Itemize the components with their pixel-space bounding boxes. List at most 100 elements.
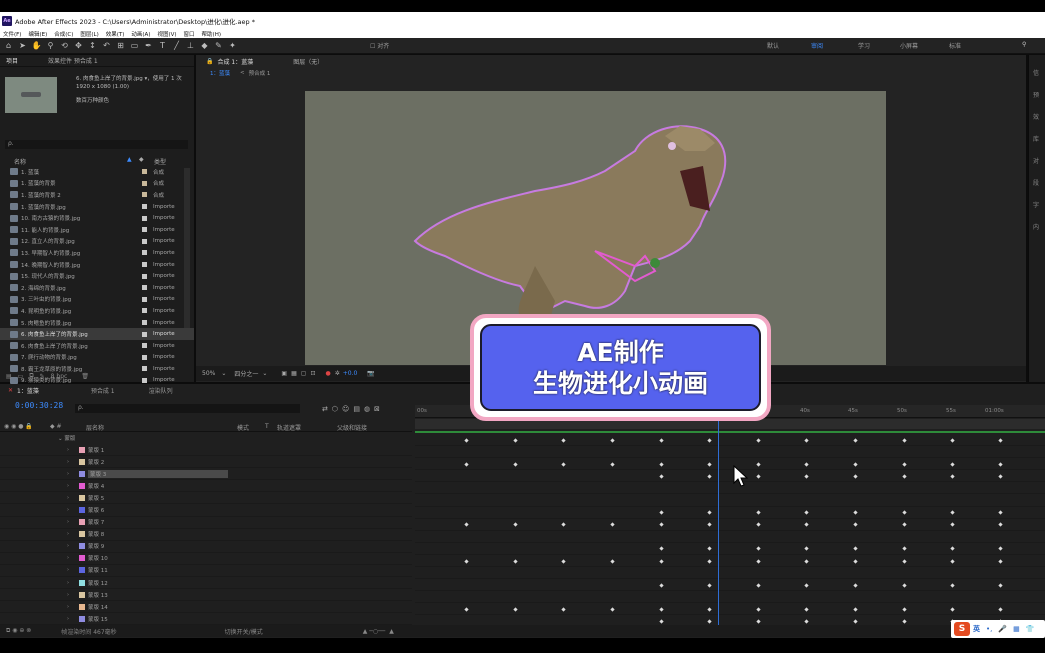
project-item[interactable]: 6. 肉食鱼上岸了的背景.jpg Importe (0, 340, 194, 352)
type-column-header[interactable]: 类型 (154, 157, 166, 166)
layer-name[interactable]: 蒙版 7 (88, 518, 104, 526)
project-search-input[interactable]: ρ. (5, 140, 188, 149)
label-color-swatch[interactable] (142, 320, 147, 326)
layer-row[interactable]: › 蒙版 8 (0, 529, 412, 541)
layer-label-color[interactable] (79, 615, 85, 622)
right-dock-tab-2[interactable]: 效 (1033, 112, 1045, 121)
ime-punct-icon[interactable]: •, (986, 625, 992, 633)
project-item[interactable]: 1. 蓝藻的背景 2 合成 (0, 189, 194, 201)
layer-row[interactable]: › 蒙版 15 (0, 613, 412, 626)
keyframe[interactable] (902, 462, 907, 467)
project-item[interactable]: 1. 蓝藻 合成 (0, 166, 194, 178)
layer-row[interactable]: › 蒙版 14 (0, 601, 412, 614)
label-color-swatch[interactable] (142, 180, 147, 186)
expand-arrow-icon[interactable]: › (67, 604, 73, 610)
comp-tab-lock-icon[interactable]: 🔒 (206, 58, 213, 65)
hand-tool-icon[interactable]: ✋ (31, 40, 42, 51)
layer-label-color[interactable] (79, 603, 85, 610)
keyframe[interactable] (902, 437, 907, 443)
motion-blur-icon[interactable]: ◍ (364, 405, 374, 413)
label-color-swatch[interactable] (142, 331, 147, 337)
layer-row[interactable]: › 蒙版 7 (0, 517, 412, 529)
keyframe[interactable] (756, 510, 761, 515)
layer-name[interactable]: 蒙版 3 (88, 469, 228, 478)
keyframe[interactable] (513, 607, 518, 612)
puppet-pin-icon[interactable]: ✦ (227, 40, 238, 51)
layer-track[interactable] (415, 458, 1045, 471)
layer-name[interactable]: 蒙版 13 (88, 591, 108, 599)
keyframe[interactable] (561, 522, 566, 527)
label-color-swatch[interactable] (142, 204, 147, 210)
frame-blending-icon[interactable]: ▤ (353, 405, 364, 413)
group-expand-icon[interactable]: ⌄ (58, 436, 63, 442)
layer-label-color[interactable] (79, 494, 85, 501)
resolution-dropdown-icon[interactable]: ⌄ (262, 370, 267, 377)
shy-layers-icon[interactable]: ☺ (342, 405, 353, 413)
layer-name[interactable]: 蒙版 9 (88, 542, 104, 550)
project-item[interactable]: 7. 爬行动物的背景.jpg Importe (0, 352, 194, 364)
project-item[interactable]: 3. 三叶虫的背景.jpg Importe (0, 294, 194, 306)
keyframe[interactable] (853, 607, 858, 612)
label-color-swatch[interactable] (142, 250, 147, 256)
keyframe[interactable] (853, 474, 858, 479)
keyframe[interactable] (902, 474, 907, 479)
keyframe[interactable] (561, 607, 566, 612)
ime-skin-icon[interactable]: 👕 (1026, 625, 1035, 633)
clone-stamp-icon[interactable]: ⊥ (185, 40, 196, 51)
keyframe[interactable] (950, 558, 955, 564)
keyframe[interactable] (804, 546, 809, 552)
parent-header[interactable]: 父级和链接 (337, 423, 367, 432)
home-icon[interactable]: ⌂ (3, 40, 14, 51)
layer-tab[interactable]: 图层（无） (293, 57, 323, 66)
keyframe[interactable] (561, 558, 566, 564)
zoom-dropdown-icon[interactable]: ⌄ (221, 370, 226, 377)
keyframe[interactable] (804, 522, 809, 527)
label-color-swatch[interactable] (142, 296, 147, 302)
layer-track[interactable] (415, 446, 1045, 459)
right-dock-tab-5[interactable]: 段 (1033, 178, 1045, 187)
keyframe[interactable] (853, 462, 858, 467)
label-color-swatch[interactable] (142, 227, 147, 233)
playhead[interactable] (718, 405, 719, 627)
keyframe[interactable] (950, 437, 955, 443)
keyframe[interactable] (659, 619, 664, 624)
menu-item-6[interactable]: 视图(V) (157, 30, 176, 38)
layer-label-color[interactable] (79, 543, 85, 550)
layer-label-color[interactable] (79, 470, 85, 477)
zoom-tool-icon[interactable]: ⚲ (45, 40, 56, 51)
timeline-search-input[interactable]: ρ. (75, 404, 300, 413)
transparency-grid-icon[interactable]: ▦ (291, 370, 297, 377)
keyframe[interactable] (659, 437, 664, 443)
keyframe[interactable] (707, 474, 712, 479)
keyframe[interactable] (853, 558, 858, 564)
label-color-swatch[interactable] (142, 354, 147, 360)
keyframe[interactable] (707, 510, 712, 515)
layer-row[interactable]: › 蒙版 13 (0, 589, 412, 602)
zoom-select[interactable]: 50% (202, 370, 215, 377)
expand-arrow-icon[interactable]: › (67, 555, 73, 561)
keyframe[interactable] (756, 619, 761, 624)
keyframe[interactable] (998, 558, 1003, 564)
color-channel-icon[interactable]: ● (325, 370, 330, 377)
layer-name[interactable]: 蒙版 4 (88, 482, 104, 490)
keyframe[interactable] (853, 546, 858, 552)
ime-keyboard-icon[interactable]: ▦ (1013, 625, 1020, 633)
layer-row[interactable]: › 蒙版 12 (0, 577, 412, 590)
project-settings-icon[interactable]: ✎ (40, 373, 45, 380)
keyframe[interactable] (464, 462, 469, 467)
menu-item-2[interactable]: 合成(C) (54, 30, 73, 38)
expand-arrow-icon[interactable]: › (67, 616, 73, 622)
label-color-swatch[interactable] (142, 285, 147, 291)
new-folder-icon[interactable]: ▭ (18, 373, 24, 380)
mask-group-row[interactable]: ⌄ 蒙版 (58, 434, 75, 442)
ime-toolbar[interactable]: S 英 •, 🎤 ▦ 👕 (951, 620, 1045, 638)
layer-track[interactable] (415, 470, 1045, 483)
menu-item-7[interactable]: 窗口 (184, 30, 195, 38)
keyframe[interactable] (756, 558, 761, 564)
delete-icon[interactable]: 🗑 (81, 373, 89, 380)
ime-mic-icon[interactable]: 🎤 (998, 625, 1007, 633)
layer-label-color[interactable] (79, 458, 85, 465)
layer-name[interactable]: 蒙版 6 (88, 506, 104, 514)
right-dock-tab-6[interactable]: 字 (1033, 200, 1045, 209)
layer-row[interactable]: › 蒙版 2 (0, 456, 412, 469)
